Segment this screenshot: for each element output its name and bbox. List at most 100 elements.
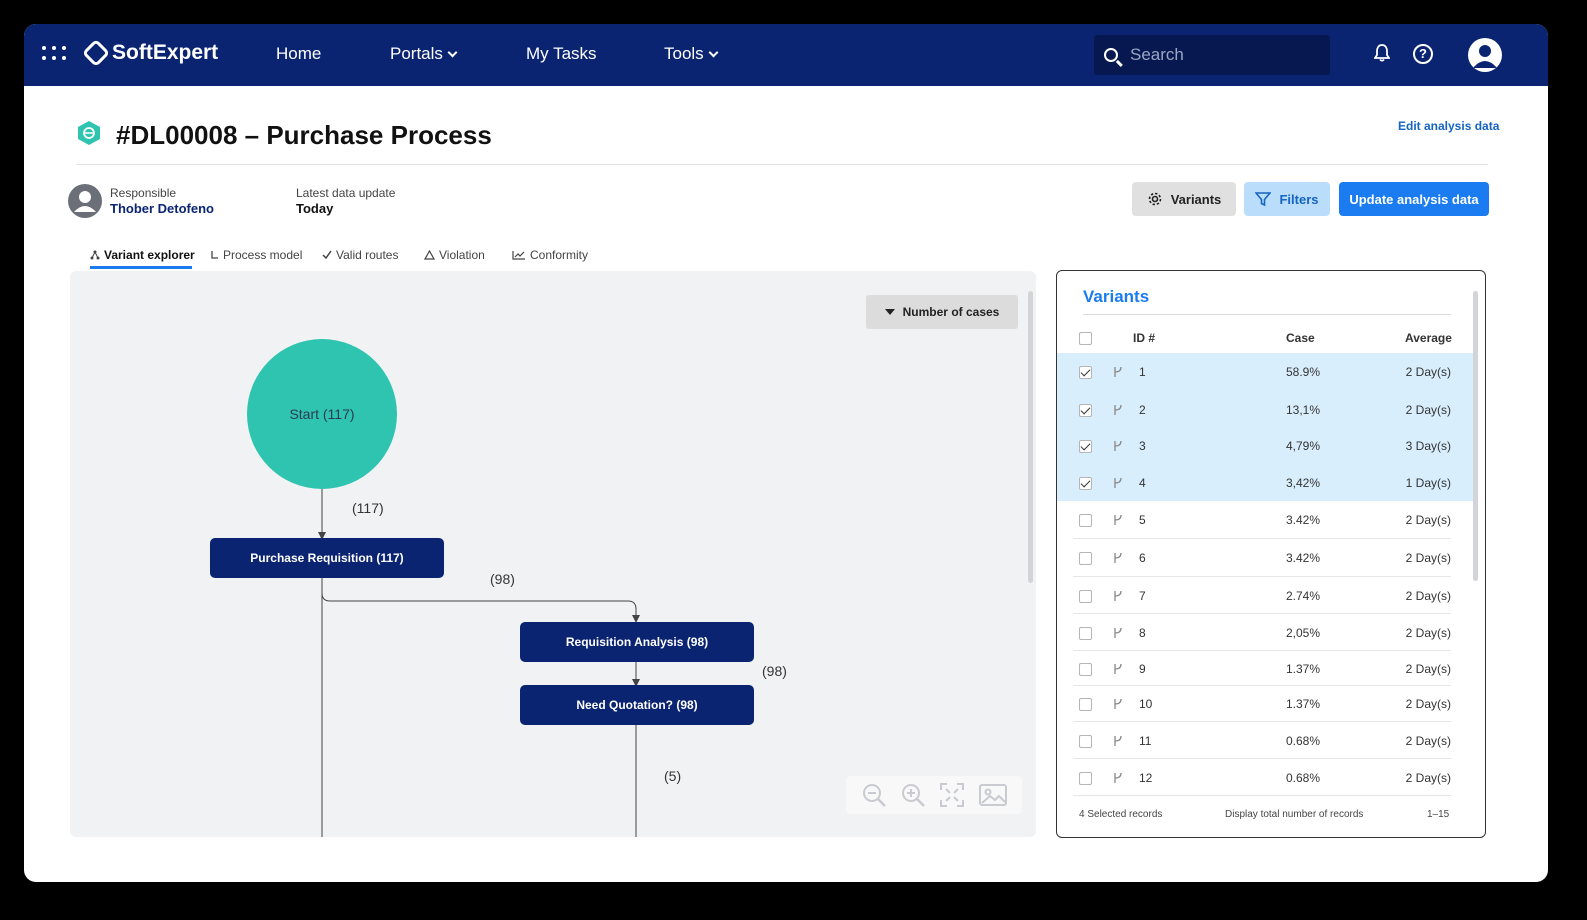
variant-row[interactable]: 7 2.74% 2 Day(s) xyxy=(1057,577,1473,614)
variant-id: 8 xyxy=(1139,626,1146,640)
process-mining-icon xyxy=(78,121,100,145)
variant-flow-canvas[interactable]: Number of cases Start (117) (117) Purcha… xyxy=(70,271,1036,837)
variant-id: 5 xyxy=(1139,513,1146,527)
tab-valid-routes[interactable]: Valid routes xyxy=(322,248,398,262)
column-header-id[interactable]: ID # xyxy=(1133,331,1155,345)
node-need-quotation[interactable]: Need Quotation? (98) xyxy=(520,685,754,725)
variant-case-share: 3.42% xyxy=(1286,551,1321,565)
latest-update-label: Latest data update xyxy=(296,186,396,200)
export-image-icon[interactable] xyxy=(978,782,1008,808)
tab-violation[interactable]: Violation xyxy=(424,248,485,262)
variant-average-duration: 2 Day(s) xyxy=(1405,771,1451,785)
variants-button-label: Variants xyxy=(1170,191,1222,207)
zoom-in-icon[interactable] xyxy=(900,782,926,808)
variant-row-checkbox[interactable] xyxy=(1079,552,1092,565)
variant-row[interactable]: 1 58.9% 2 Day(s) xyxy=(1057,353,1473,391)
app-launcher-icon[interactable] xyxy=(42,46,66,62)
node-requisition-analysis[interactable]: Requisition Analysis (98) xyxy=(520,622,754,662)
start-node[interactable]: Start (117) xyxy=(247,339,397,489)
nav-home[interactable]: Home xyxy=(276,44,321,64)
canvas-scrollbar[interactable] xyxy=(1028,291,1033,583)
variant-row-checkbox[interactable] xyxy=(1079,590,1092,603)
edge-label-pr-ra: (98) xyxy=(490,571,515,587)
node-need-quotation-label: Need Quotation? (98) xyxy=(576,698,698,712)
app-window: SoftExpert Home Portals My Tasks Tools ? xyxy=(24,24,1548,882)
column-header-case[interactable]: Case xyxy=(1286,331,1315,345)
variants-scrollbar[interactable] xyxy=(1473,291,1478,581)
nav-portals-label: Portals xyxy=(390,44,443,63)
filter-icon xyxy=(1255,192,1272,207)
update-analysis-button[interactable]: Update analysis data xyxy=(1339,182,1489,216)
variant-row[interactable]: 6 3.42% 2 Day(s) xyxy=(1057,539,1473,577)
variant-id: 11 xyxy=(1139,734,1152,748)
zoom-out-icon[interactable] xyxy=(861,782,887,808)
select-all-checkbox[interactable] xyxy=(1079,332,1092,345)
softexpert-logo-icon xyxy=(81,38,111,68)
fit-to-screen-icon[interactable] xyxy=(939,782,965,808)
latest-update-value: Today xyxy=(296,201,334,216)
node-purchase-requisition[interactable]: Purchase Requisition (117) xyxy=(210,538,444,578)
variant-row[interactable]: 11 0.68% 2 Day(s) xyxy=(1057,722,1473,759)
variants-button[interactable]: Variants xyxy=(1132,182,1236,216)
variants-panel-title: Variants xyxy=(1083,287,1150,306)
tab-variant-explorer[interactable]: Variant explorer xyxy=(90,248,195,262)
variant-branch-icon xyxy=(1114,366,1122,377)
user-avatar[interactable] xyxy=(1468,38,1502,72)
variant-average-duration: 3 Day(s) xyxy=(1405,439,1451,453)
variant-case-share: 4,79% xyxy=(1286,439,1321,453)
tab-process-model[interactable]: Process model xyxy=(210,248,302,262)
variant-row-checkbox[interactable] xyxy=(1079,627,1092,640)
chevron-down-icon xyxy=(708,47,719,57)
nav-tools[interactable]: Tools xyxy=(664,44,719,64)
tab-valid-routes-label: Valid routes xyxy=(336,248,399,262)
column-header-average[interactable]: Average xyxy=(1405,331,1452,345)
help-icon[interactable]: ? xyxy=(1413,44,1433,64)
node-requisition-analysis-label: Requisition Analysis (98) xyxy=(565,635,709,649)
user-icon xyxy=(1473,45,1497,68)
caret-down-icon xyxy=(884,309,895,315)
variant-branch-icon xyxy=(1114,735,1122,746)
edit-analysis-link[interactable]: Edit analysis data xyxy=(1398,119,1499,133)
variant-row-checkbox[interactable] xyxy=(1079,366,1092,379)
variant-id: 1 xyxy=(1139,365,1146,379)
variant-case-share: 13,1% xyxy=(1286,403,1321,417)
nav-my-tasks[interactable]: My Tasks xyxy=(526,44,597,64)
variant-row-checkbox[interactable] xyxy=(1079,772,1092,785)
variant-id: 7 xyxy=(1139,589,1146,603)
variant-row[interactable]: 4 3,42% 1 Day(s) xyxy=(1057,464,1473,501)
brand-logo[interactable]: SoftExpert xyxy=(81,38,218,68)
tab-conformity[interactable]: Conformity xyxy=(512,248,588,262)
variant-row[interactable]: 10 1.37% 2 Day(s) xyxy=(1057,686,1473,722)
variant-row[interactable]: 5 3.42% 2 Day(s) xyxy=(1057,501,1473,539)
variant-row[interactable]: 12 0.68% 2 Day(s) xyxy=(1057,759,1473,796)
metric-selector[interactable]: Number of cases xyxy=(866,295,1018,329)
display-total-records-link[interactable]: Display total number of records xyxy=(1225,809,1363,820)
variant-row[interactable]: 8 2,05% 2 Day(s) xyxy=(1057,614,1473,651)
variant-average-duration: 2 Day(s) xyxy=(1405,551,1451,565)
start-node-label: Start (117) xyxy=(289,406,355,422)
variant-row-checkbox[interactable] xyxy=(1079,514,1092,527)
variant-case-share: 0.68% xyxy=(1286,734,1321,748)
filters-button[interactable]: Filters xyxy=(1244,182,1330,216)
tab-variant-explorer-label: Variant explorer xyxy=(104,248,195,262)
variant-row-checkbox[interactable] xyxy=(1079,735,1092,748)
variant-row-checkbox[interactable] xyxy=(1079,440,1092,453)
variant-branch-icon xyxy=(1114,663,1122,674)
variant-row[interactable]: 9 1.37% 2 Day(s) xyxy=(1057,651,1473,686)
variant-row[interactable]: 2 13,1% 2 Day(s) xyxy=(1057,391,1473,428)
variant-row[interactable]: 3 4,79% 3 Day(s) xyxy=(1057,428,1473,464)
edge-label-nq-out: (5) xyxy=(664,768,682,784)
variant-id: 9 xyxy=(1139,662,1146,676)
process-model-icon xyxy=(211,251,218,259)
variant-row-checkbox[interactable] xyxy=(1079,404,1092,417)
variant-average-duration: 2 Day(s) xyxy=(1405,513,1451,527)
variant-row-checkbox[interactable] xyxy=(1079,477,1092,490)
nav-portals[interactable]: Portals xyxy=(390,44,458,64)
search-input[interactable] xyxy=(1130,45,1300,65)
metric-selector-label: Number of cases xyxy=(902,305,1000,319)
variant-branch-icon xyxy=(1114,404,1122,415)
variant-row-checkbox[interactable] xyxy=(1079,663,1092,676)
variant-row-checkbox[interactable] xyxy=(1079,698,1092,711)
edge-label-ra-nq: (98) xyxy=(762,663,787,679)
bell-icon[interactable] xyxy=(1374,44,1390,62)
